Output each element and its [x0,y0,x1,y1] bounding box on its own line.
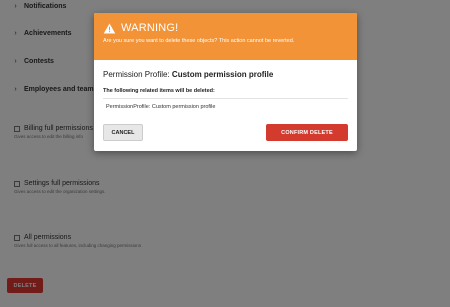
object-prefix: Permission Profile: [103,70,170,79]
object-name: Custom permission profile [171,70,274,79]
dialog-actions: CANCEL CONFIRM DELETE [103,124,348,141]
object-title: Permission Profile: Custom permission pr… [103,70,348,79]
warning-subtitle: Are you sure you want to delete these ob… [103,38,295,44]
related-heading: The following related items will be dele… [103,88,215,94]
cancel-button[interactable]: CANCEL [103,124,143,141]
dialog-body: Permission Profile: Custom permission pr… [94,60,357,119]
delete-confirmation-dialog: WARNING! Are you sure you want to delete… [94,13,357,151]
warning-header: WARNING! Are you sure you want to delete… [94,13,357,60]
warning-icon [103,23,116,33]
divider [103,98,348,99]
warning-title: WARNING! [121,22,179,34]
related-item: PermissionProfile: Custom permission pro… [106,104,216,110]
confirm-delete-button[interactable]: CONFIRM DELETE [266,124,348,141]
